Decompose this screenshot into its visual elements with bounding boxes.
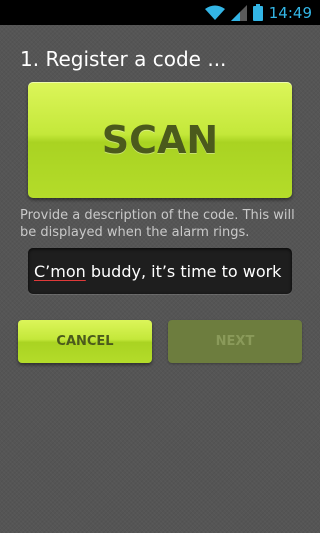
clock: 14:49 <box>268 3 312 22</box>
description-hint: Provide a description of the code. This … <box>20 208 295 240</box>
alarm-description-input[interactable]: C’mon buddy, it’s time to work <box>28 248 292 294</box>
page-title: 1. Register a code ... <box>20 47 227 71</box>
wifi-icon <box>204 5 225 21</box>
cancel-button[interactable]: CANCEL <box>18 320 152 363</box>
battery-icon <box>252 4 263 21</box>
next-button[interactable]: NEXT <box>168 320 302 363</box>
misspelled-word: C’mon <box>34 261 86 281</box>
status-bar: 14:49 <box>0 0 320 25</box>
alarm-description-value: C’mon buddy, it’s time to work <box>34 262 281 281</box>
signal-icon <box>230 4 247 21</box>
scan-button[interactable]: SCAN <box>28 82 292 198</box>
alarm-description-rest: buddy, it’s time to work <box>85 261 282 281</box>
scan-button-label: SCAN <box>101 118 219 162</box>
